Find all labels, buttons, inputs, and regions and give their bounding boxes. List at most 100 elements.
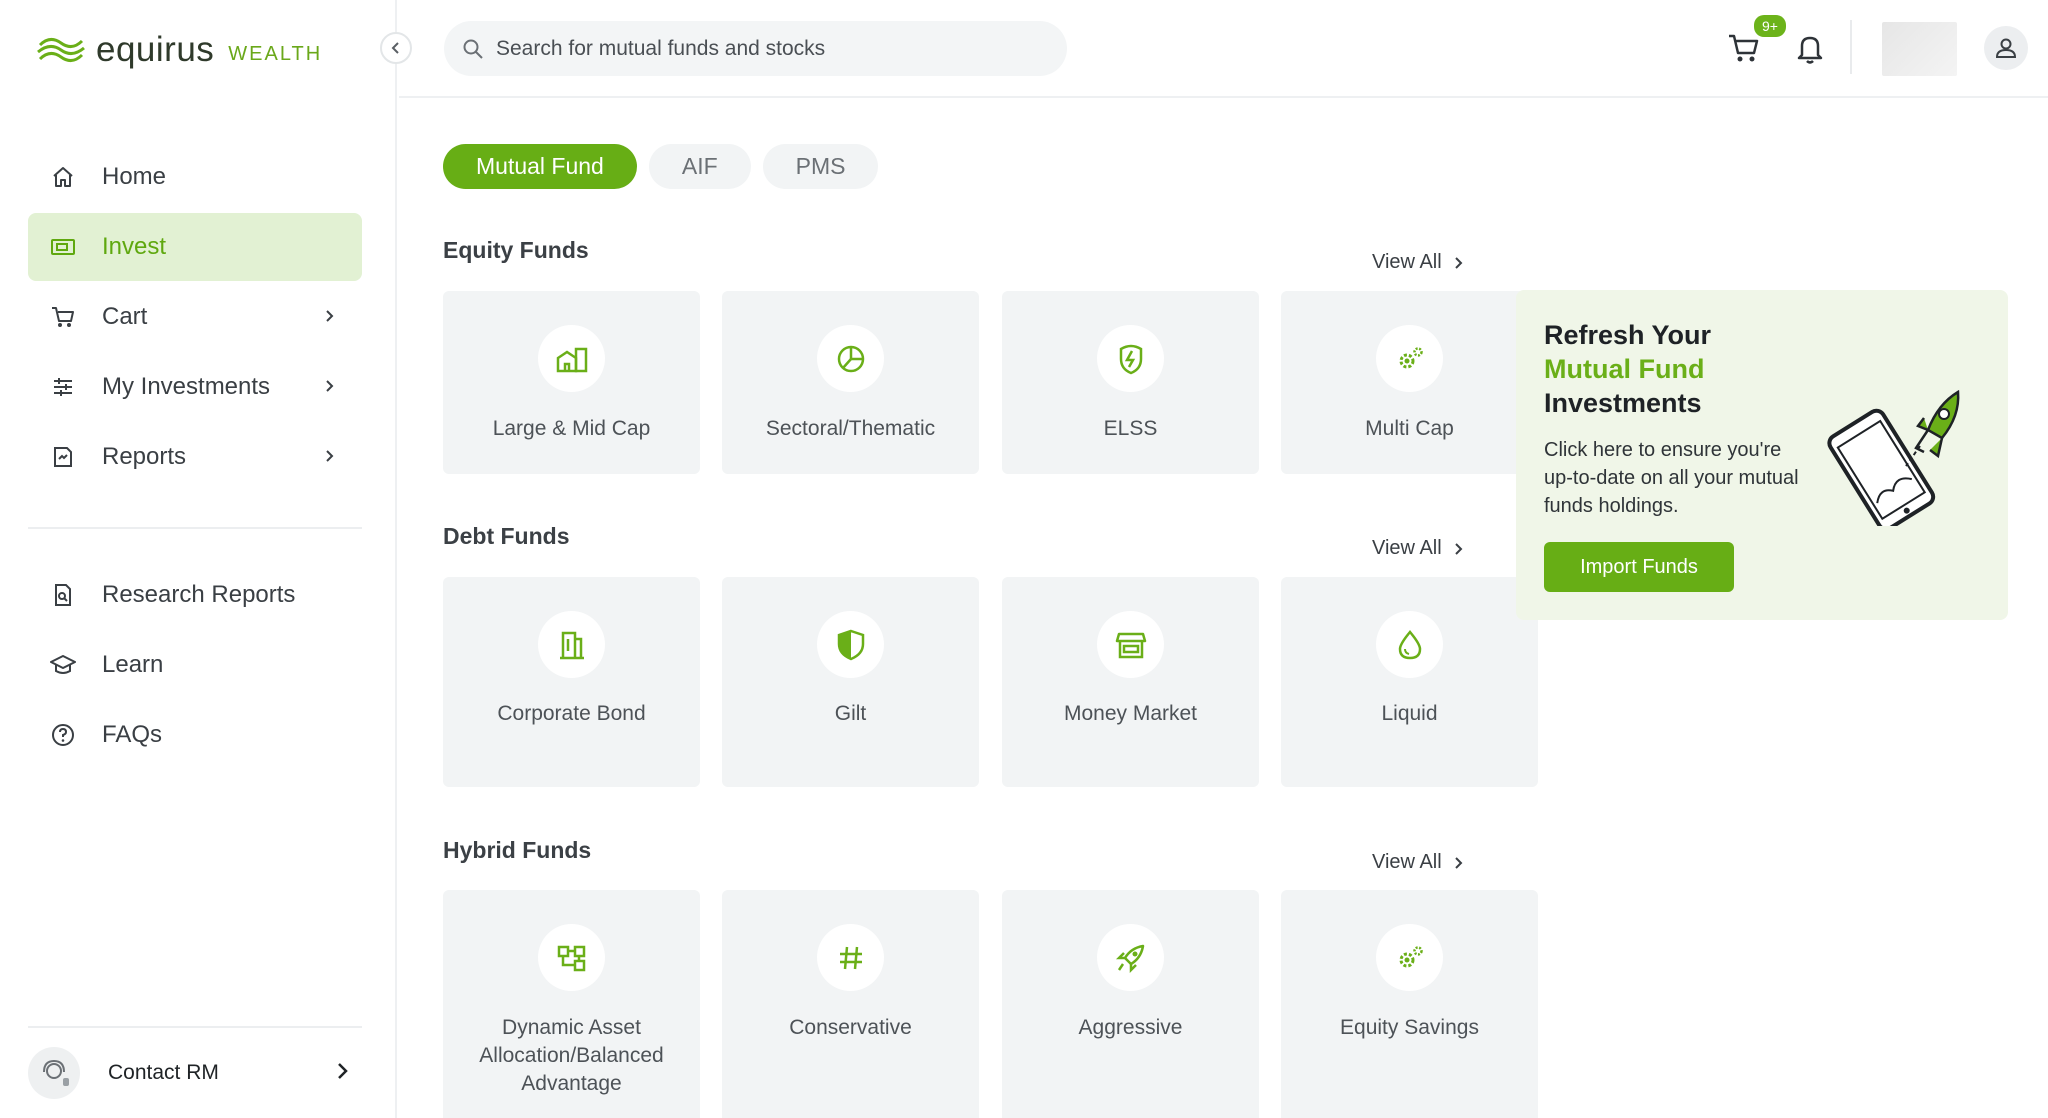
section-title-debt: Debt Funds — [443, 523, 570, 549]
fund-card-label: Money Market — [1063, 702, 1198, 725]
view-all-label: View All — [1372, 251, 1442, 273]
shield-icon — [817, 611, 884, 678]
promo-title-line1: Refresh Your — [1544, 320, 1712, 350]
fund-card-label: Large & Mid Cap — [492, 417, 651, 440]
hierarchy-icon — [538, 924, 605, 991]
contact-rm-button[interactable]: Contact RM — [28, 1026, 362, 1118]
fund-card-liquid[interactable]: Liquid — [1281, 577, 1538, 787]
help-circle-icon — [48, 720, 78, 750]
fund-card-label: Dynamic Asset Allocation/Balanced Advant… — [479, 1016, 664, 1095]
graduation-cap-icon — [48, 650, 78, 680]
cart-icon — [48, 302, 78, 332]
fund-card-large-mid-cap[interactable]: Large & Mid Cap — [443, 291, 700, 474]
cart-icon — [1729, 34, 1759, 62]
wallet-icon — [48, 232, 78, 262]
tab-mutual-fund[interactable]: Mutual Fund — [443, 144, 637, 189]
sidebar-item-label: Research Reports — [102, 581, 296, 608]
pie-chart-icon — [817, 325, 884, 392]
collapse-sidebar-button[interactable] — [380, 32, 412, 64]
chevron-left-icon — [391, 42, 399, 54]
promo-title: Refresh Your Mutual Fund Investments — [1544, 318, 1711, 420]
fund-card-label: Equity Savings — [1340, 1016, 1479, 1039]
phone-rocket-illustration — [1827, 389, 1960, 526]
search-placeholder: Search for mutual funds and stocks — [496, 36, 826, 60]
sidebar-item-reports[interactable]: Reports — [28, 423, 362, 491]
view-all-hybrid-link[interactable]: View All — [1372, 851, 1464, 874]
equirus-logo-icon — [37, 38, 85, 62]
product-tabs: Mutual Fund AIF PMS — [443, 144, 879, 189]
bell-icon — [1797, 36, 1823, 64]
sidebar-item-learn[interactable]: Learn — [28, 631, 362, 699]
fund-card-label: Sectoral/Thematic — [765, 417, 936, 440]
sidebar-item-label: Cart — [102, 303, 148, 330]
promo-description: Click here to ensure you're up-to-date o… — [1544, 439, 1799, 517]
import-funds-button[interactable]: Import Funds — [1544, 542, 1734, 592]
sliders-icon — [48, 372, 78, 402]
report-icon — [48, 442, 78, 472]
water-drop-icon — [1376, 611, 1443, 678]
view-all-debt-link[interactable]: View All — [1372, 537, 1464, 560]
brand-logo[interactable]: equirus WEALTH — [36, 30, 322, 70]
sidebar-item-label: My Investments — [102, 373, 271, 400]
search-input[interactable]: Search for mutual funds and stocks — [444, 21, 1067, 76]
header-cart-button[interactable] — [1727, 32, 1761, 69]
fund-card-label: Corporate Bond — [497, 702, 646, 725]
search-icon — [463, 39, 483, 59]
section-title-equity: Equity Funds — [443, 237, 589, 263]
fund-card-label: ELSS — [1103, 417, 1158, 440]
top-header: Search for mutual funds and stocks 9+ — [399, 0, 2048, 98]
sidebar-item-label: Learn — [102, 651, 164, 678]
sidebar-item-invest[interactable]: Invest — [28, 213, 362, 281]
profile-button[interactable] — [1984, 26, 2028, 70]
fund-card-label: Liquid — [1381, 702, 1438, 725]
chevron-right-icon — [326, 450, 334, 462]
sidebar-item-label: Home — [102, 163, 167, 190]
brand-name: equirus — [96, 30, 215, 69]
sidebar-item-home[interactable]: Home — [28, 143, 362, 211]
secondary-nav: Research Reports Learn FAQs — [28, 561, 362, 771]
tab-aif[interactable]: AIF — [648, 144, 751, 189]
fund-card-money-market[interactable]: Money Market — [1002, 577, 1259, 787]
sidebar: equirus WEALTH Home Invest Cart My Inves… — [0, 0, 397, 1118]
tab-pms[interactable]: PMS — [762, 144, 879, 189]
redacted-image — [1882, 22, 1957, 76]
sidebar-item-label: Invest — [102, 233, 167, 260]
fund-card-label: Aggressive — [1078, 1016, 1183, 1039]
sidebar-item-cart[interactable]: Cart — [28, 283, 362, 351]
main-nav: Home Invest Cart My Investments Reports — [28, 143, 362, 493]
gears-icon — [1376, 325, 1443, 392]
user-icon — [1995, 38, 2017, 58]
home-icon — [48, 162, 78, 192]
view-all-equity-link[interactable]: View All — [1372, 251, 1464, 274]
tax-shield-icon — [1097, 325, 1164, 392]
notifications-button[interactable] — [1796, 33, 1824, 70]
sidebar-item-label: FAQs — [102, 721, 163, 748]
chevron-right-icon — [338, 1063, 348, 1079]
header-divider — [1850, 20, 1852, 74]
fund-card-gilt[interactable]: Gilt — [722, 577, 979, 787]
office-building-icon — [538, 611, 605, 678]
fund-card-dynamic-asset-allocation[interactable]: Dynamic Asset Allocation/Balanced Advant… — [443, 890, 700, 1118]
promo-title-line3: Investments — [1544, 388, 1702, 418]
fund-card-conservative[interactable]: Conservative — [722, 890, 979, 1118]
fund-card-aggressive[interactable]: Aggressive — [1002, 890, 1259, 1118]
sidebar-item-my-investments[interactable]: My Investments — [28, 353, 362, 421]
chevron-right-icon — [326, 310, 334, 322]
fund-card-multi-cap[interactable]: Multi Cap — [1281, 291, 1538, 474]
chevron-right-icon — [1454, 256, 1463, 269]
sidebar-item-research-reports[interactable]: Research Reports — [28, 561, 362, 629]
building-chart-icon — [538, 325, 605, 392]
fund-card-label: Conservative — [789, 1016, 912, 1039]
fund-card-label: Multi Cap — [1365, 417, 1454, 440]
fund-card-corporate-bond[interactable]: Corporate Bond — [443, 577, 700, 787]
brand-sub: WEALTH — [228, 42, 323, 65]
rocket-icon — [1097, 924, 1164, 991]
fund-card-equity-savings[interactable]: Equity Savings — [1281, 890, 1538, 1118]
sidebar-item-faqs[interactable]: FAQs — [28, 701, 362, 769]
chevron-right-icon — [1454, 542, 1463, 555]
fund-card-label: Gilt — [834, 702, 867, 725]
import-funds-promo: Refresh Your Mutual Fund Investments Cli… — [1516, 290, 2008, 620]
fund-card-sectoral-thematic[interactable]: Sectoral/Thematic — [722, 291, 979, 474]
view-all-label: View All — [1372, 537, 1442, 559]
fund-card-elss[interactable]: ELSS — [1002, 291, 1259, 474]
